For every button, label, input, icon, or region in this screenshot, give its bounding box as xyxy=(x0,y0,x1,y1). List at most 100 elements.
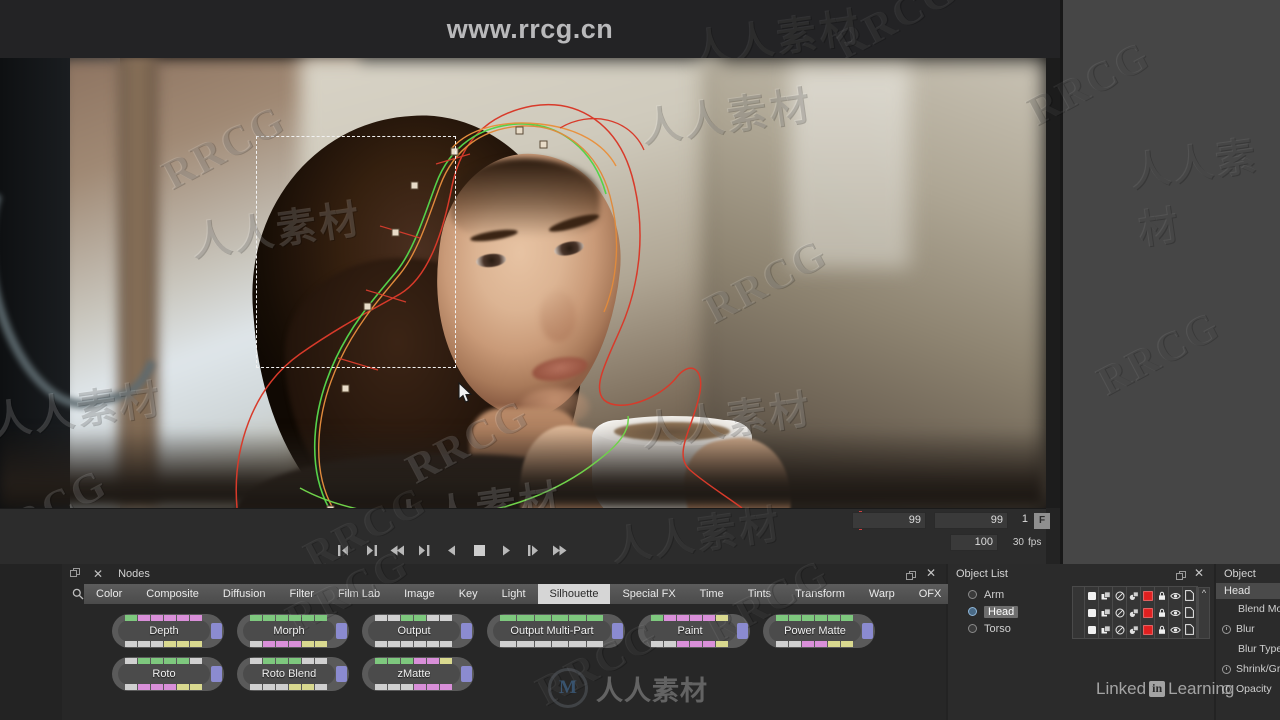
rewind-button[interactable] xyxy=(388,541,408,559)
node-category-tab-composite[interactable]: Composite xyxy=(134,584,211,604)
object-list-item-arm[interactable]: Arm xyxy=(968,586,1060,603)
node-category-tab-image[interactable]: Image xyxy=(392,584,447,604)
play-backward-button[interactable] xyxy=(442,541,462,559)
object-list-scrollbar[interactable]: ^ xyxy=(1198,587,1210,639)
node-tile-power-matte[interactable]: Power Matte xyxy=(763,614,875,648)
frame-increment-field[interactable]: 1 xyxy=(1010,512,1032,529)
node-output-port[interactable] xyxy=(737,623,748,639)
matte-icon[interactable] xyxy=(1085,587,1099,604)
layers-icon[interactable] xyxy=(1099,587,1113,604)
object-select-radio[interactable] xyxy=(968,590,977,599)
color-swatch-icon[interactable] xyxy=(1141,604,1155,621)
chevron-up-icon[interactable]: ^ xyxy=(1202,588,1206,598)
matte-icon[interactable] xyxy=(1085,621,1099,638)
property-row-blur-type[interactable]: Blur Type xyxy=(1216,639,1280,659)
node-category-tab-tints[interactable]: Tints xyxy=(736,584,783,604)
fps-value[interactable]: 30 xyxy=(1002,537,1024,548)
node-category-tab-film-lab[interactable]: Film Lab xyxy=(326,584,392,604)
node-tile-zmatte[interactable]: zMatte xyxy=(362,657,474,691)
node-category-tab-diffusion[interactable]: Diffusion xyxy=(211,584,278,604)
duplicate-icon[interactable] xyxy=(1127,587,1141,604)
node-output-port[interactable] xyxy=(211,623,222,639)
node-output-port[interactable] xyxy=(612,623,623,639)
color-swatch-icon[interactable] xyxy=(1141,621,1155,638)
node-output-port[interactable] xyxy=(336,623,347,639)
property-row-blend-mode[interactable]: Blend Mode xyxy=(1216,599,1280,619)
node-category-tab-special-fx[interactable]: Special FX xyxy=(610,584,687,604)
node-tile-output[interactable]: Output xyxy=(362,614,474,648)
invert-icon[interactable] xyxy=(1113,621,1127,638)
node-output-port[interactable] xyxy=(336,666,347,682)
node-segment xyxy=(125,641,137,647)
keyframe-clock-icon[interactable] xyxy=(1222,664,1231,674)
keyframe-clock-icon[interactable] xyxy=(1222,624,1231,634)
node-tile-paint[interactable]: Paint xyxy=(638,614,750,648)
visibility-eye-icon[interactable] xyxy=(1169,621,1183,638)
total-frames-field[interactable]: 100 xyxy=(950,534,998,551)
go-to-start-button[interactable] xyxy=(334,541,354,559)
close-icon[interactable]: ✕ xyxy=(926,566,936,580)
lock-icon[interactable] xyxy=(1155,587,1169,604)
close-icon[interactable]: ✕ xyxy=(93,568,103,580)
search-icon[interactable] xyxy=(72,584,84,604)
property-row-shrink-grow[interactable]: Shrink/Grow xyxy=(1216,659,1280,679)
node-output-port[interactable] xyxy=(461,623,472,639)
close-icon[interactable]: ✕ xyxy=(1194,566,1204,580)
node-category-tab-ofx[interactable]: OFX xyxy=(907,584,954,604)
invert-icon[interactable] xyxy=(1113,587,1127,604)
matte-icon[interactable] xyxy=(1085,604,1099,621)
float-panel-icon[interactable] xyxy=(1176,568,1186,586)
node-output-port[interactable] xyxy=(461,666,472,682)
node-tile-roto-blend[interactable]: Roto Blend xyxy=(237,657,349,691)
object-list-item-torso[interactable]: Torso xyxy=(968,620,1060,637)
page-icon[interactable] xyxy=(1183,587,1197,604)
visibility-eye-icon[interactable] xyxy=(1169,587,1183,604)
object-panel-selected-object[interactable]: Head xyxy=(1216,583,1280,599)
lock-icon[interactable] xyxy=(1155,621,1169,638)
current-frame-field[interactable]: 99 xyxy=(852,512,926,529)
visibility-eye-icon[interactable] xyxy=(1169,604,1183,621)
object-select-radio[interactable] xyxy=(968,624,977,633)
node-category-tab-color[interactable]: Color xyxy=(84,584,134,604)
step-back-button[interactable] xyxy=(415,541,435,559)
page-icon[interactable] xyxy=(1183,604,1197,621)
page-icon[interactable] xyxy=(1183,621,1197,638)
float-panel-icon[interactable] xyxy=(70,565,80,583)
node-segment xyxy=(302,641,314,647)
node-segment xyxy=(388,641,400,647)
property-row-blur[interactable]: Blur xyxy=(1216,619,1280,639)
node-tile-output-multi-part[interactable]: Output Multi-Part xyxy=(487,614,625,648)
node-output-port[interactable] xyxy=(211,666,222,682)
node-tile-morph[interactable]: Morph xyxy=(237,614,349,648)
layers-icon[interactable] xyxy=(1099,604,1113,621)
node-bottom-segments xyxy=(651,641,728,647)
step-forward-button[interactable] xyxy=(523,541,543,559)
viewer-canvas[interactable]: RRCG RRCG RRCG RRCG 人人素材 人人素材 人人素材 人人素材 … xyxy=(0,58,1046,508)
node-category-tab-silhouette[interactable]: Silhouette xyxy=(537,584,611,604)
duplicate-icon[interactable] xyxy=(1127,604,1141,621)
stop-button[interactable] xyxy=(469,541,489,559)
node-category-tab-light[interactable]: Light xyxy=(490,584,538,604)
layers-icon[interactable] xyxy=(1099,621,1113,638)
object-select-radio[interactable] xyxy=(968,607,977,616)
duplicate-icon[interactable] xyxy=(1127,621,1141,638)
node-category-tab-warp[interactable]: Warp xyxy=(857,584,907,604)
fast-forward-button[interactable] xyxy=(550,541,570,559)
node-category-tab-transform[interactable]: Transform xyxy=(783,584,857,604)
node-category-tab-key[interactable]: Key xyxy=(447,584,490,604)
end-frame-field[interactable]: 99 xyxy=(934,512,1008,529)
lock-icon[interactable] xyxy=(1155,604,1169,621)
site-watermark-text: www.rrcg.cn xyxy=(446,13,614,44)
node-category-tab-time[interactable]: Time xyxy=(688,584,736,604)
color-swatch-icon[interactable] xyxy=(1141,587,1155,604)
go-to-end-button[interactable] xyxy=(361,541,381,559)
node-category-tab-filter[interactable]: Filter xyxy=(277,584,325,604)
object-list-item-head[interactable]: Head xyxy=(968,603,1060,620)
node-tile-roto[interactable]: Roto xyxy=(112,657,224,691)
invert-icon[interactable] xyxy=(1113,604,1127,621)
play-forward-button[interactable] xyxy=(496,541,516,559)
object-list-item-label: Torso xyxy=(984,622,1011,635)
frame-unit-toggle[interactable]: F xyxy=(1034,512,1050,529)
node-tile-depth[interactable]: Depth xyxy=(112,614,224,648)
node-output-port[interactable] xyxy=(862,623,873,639)
